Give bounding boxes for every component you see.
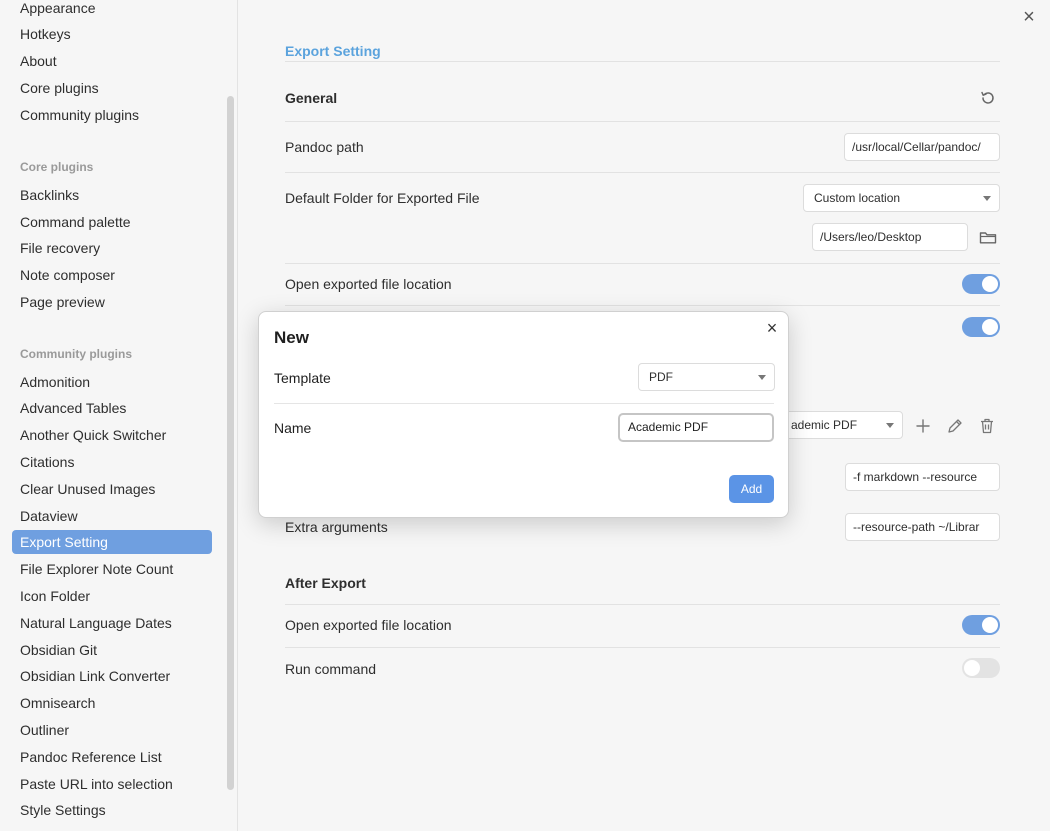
template-dropdown[interactable]: PDF xyxy=(638,363,775,391)
chevron-down-icon xyxy=(758,375,766,380)
add-button[interactable]: Add xyxy=(729,475,774,503)
modal-title: New xyxy=(274,328,309,347)
divider xyxy=(274,403,774,404)
template-dropdown-value: PDF xyxy=(649,370,673,384)
close-icon[interactable]: × xyxy=(764,319,780,337)
new-template-modal: New × Template PDF Name Academic PDF Add xyxy=(258,311,789,518)
template-label: Template xyxy=(274,370,331,386)
name-label: Name xyxy=(274,420,312,436)
name-input[interactable]: Academic PDF xyxy=(618,413,774,442)
